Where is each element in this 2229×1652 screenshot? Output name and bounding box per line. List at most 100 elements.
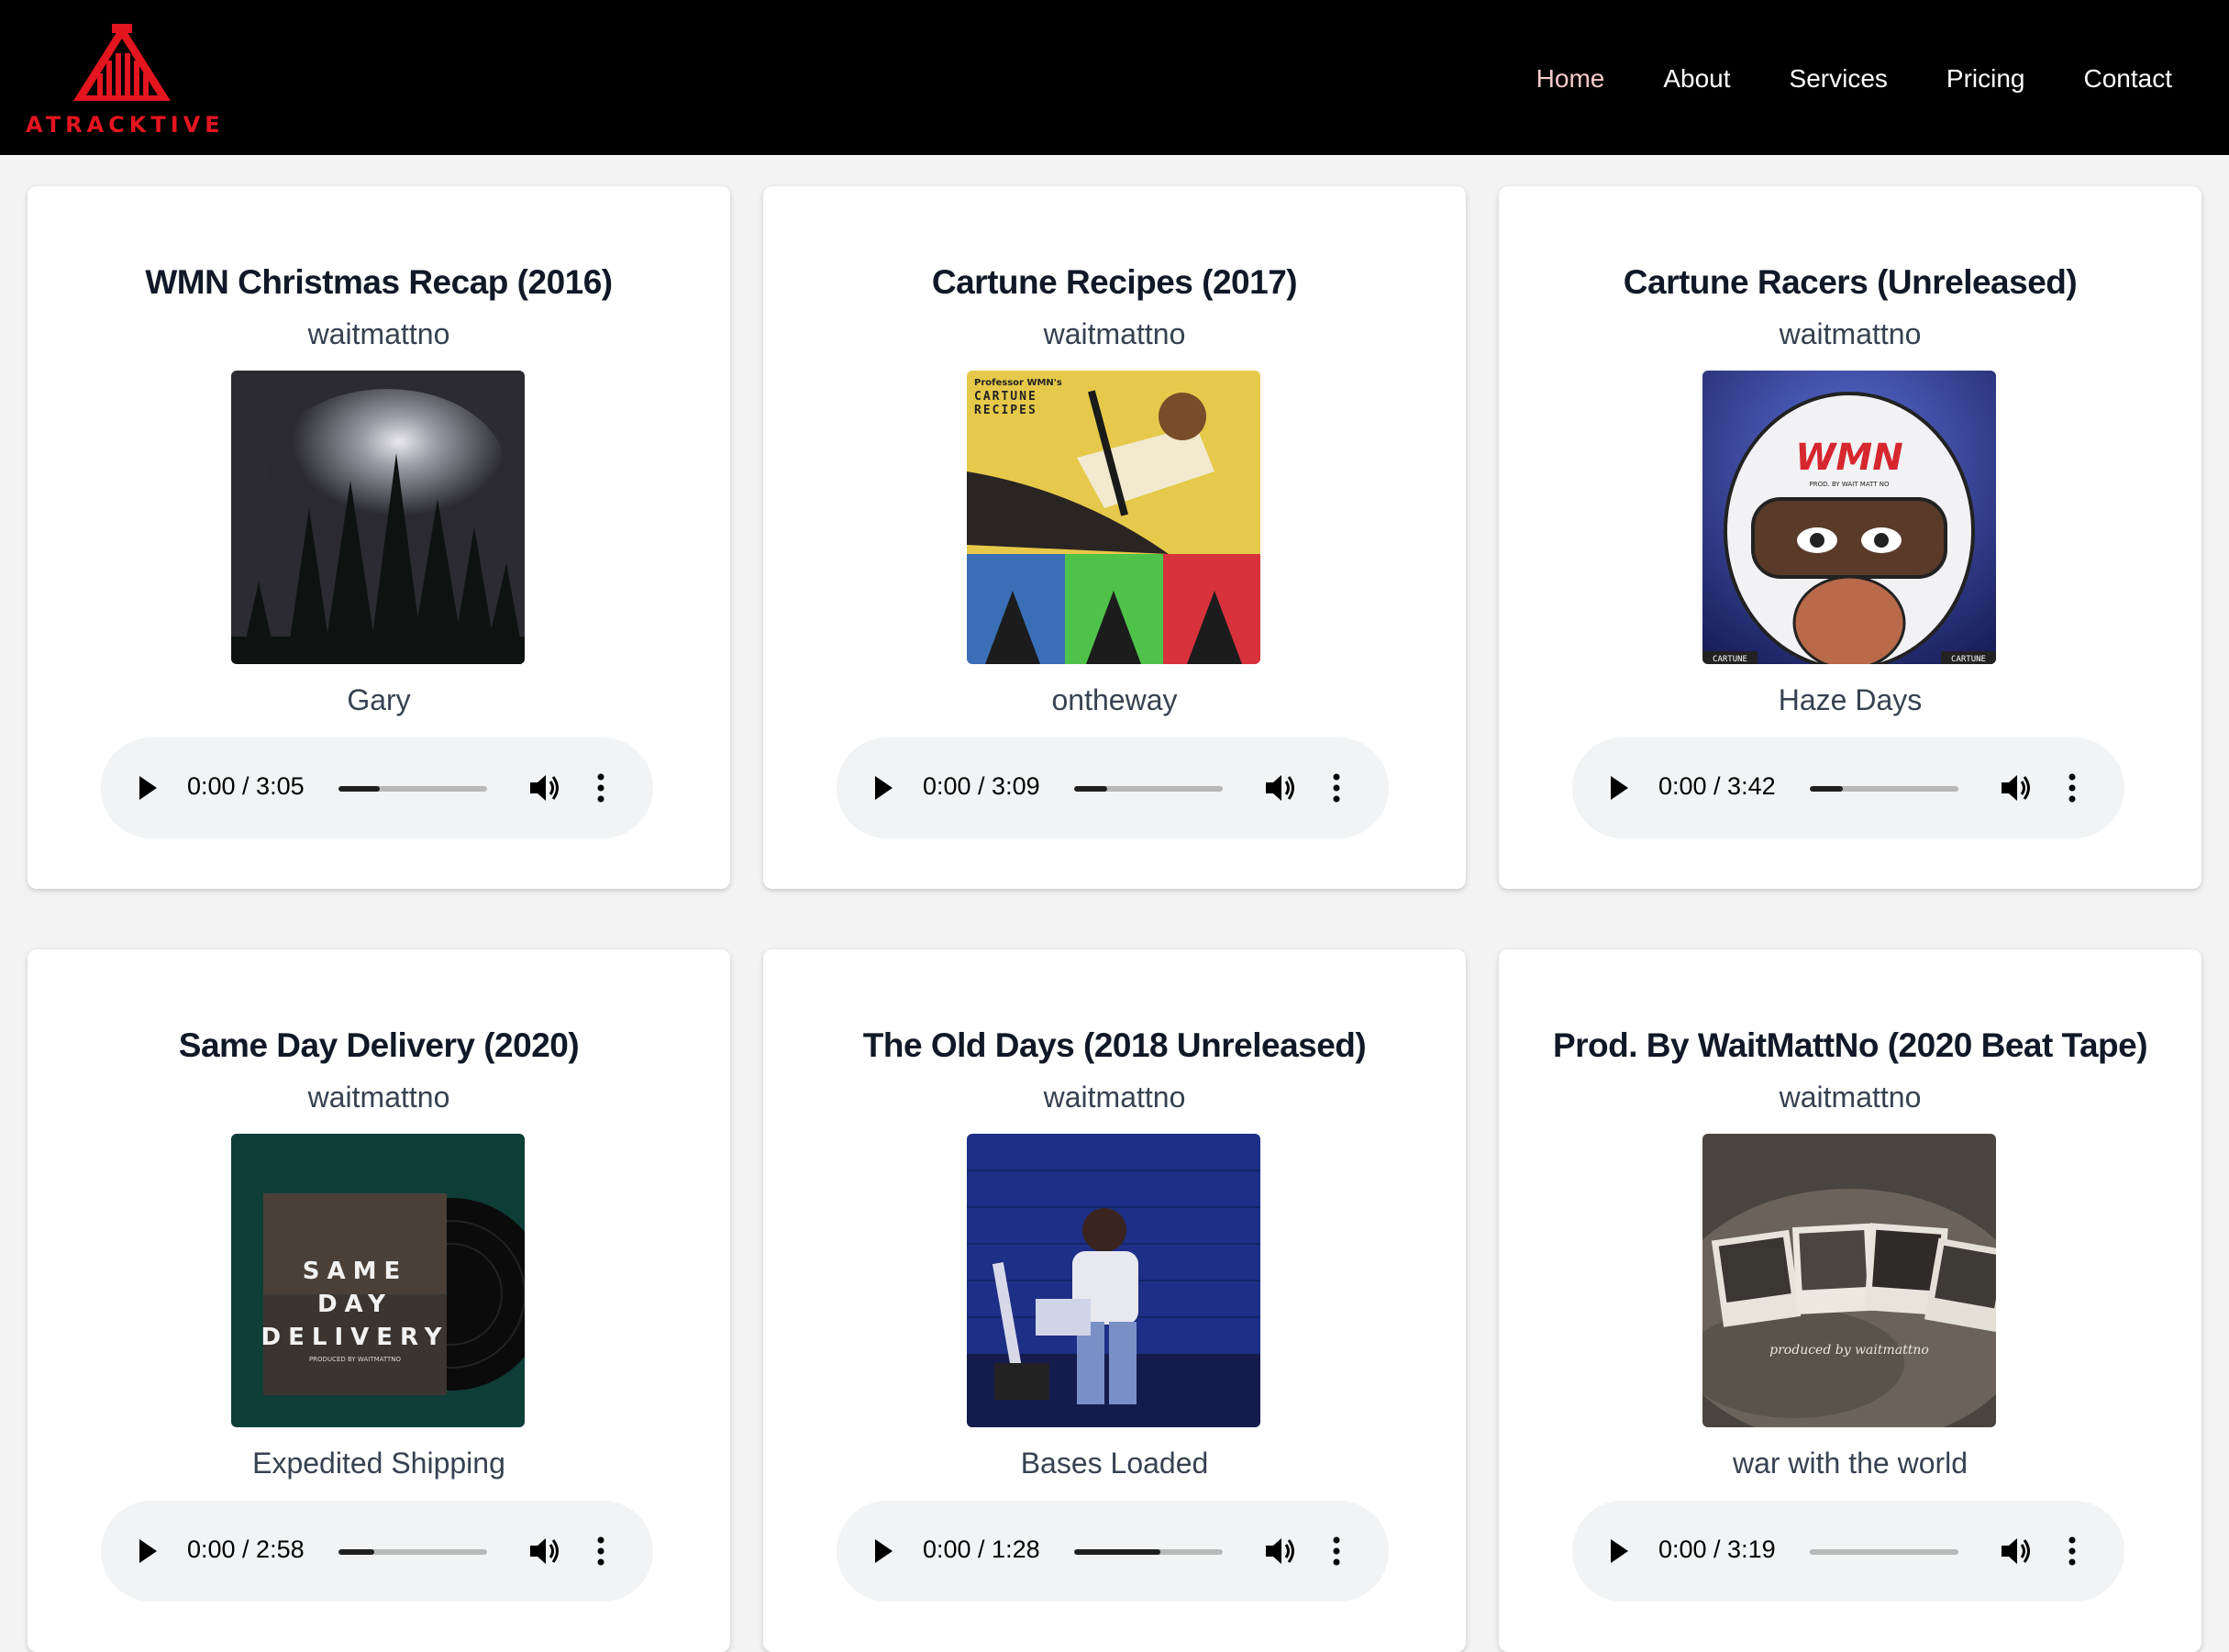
time-display: 0:00 / 1:28 [923,1536,1040,1563]
seek-progress [1074,786,1107,792]
track-card: Cartune Recipes (2017) waitmattno Profes… [763,186,1466,889]
svg-text:Professor WMN's: Professor WMN's [974,378,1062,388]
more-options-icon[interactable] [2068,1536,2077,1567]
svg-text:PRODUCED BY WAITMATTNO: PRODUCED BY WAITMATTNO [309,1356,402,1363]
seek-slider[interactable] [338,1549,487,1555]
audio-player[interactable]: 0:00 / 3:05 [101,737,653,838]
svg-text:CARTUNE: CARTUNE [974,390,1037,404]
album-cover-image: produced by waitmattno [1702,1134,1996,1427]
album-cover-image: WMN PROD. BY WAIT MATT NO CARTUNE CARTUN… [1702,371,1996,664]
track-card: WMN Christmas Recap (2016) waitmattno Ga… [28,186,730,889]
main-nav: Home About Services Pricing Contact [1507,57,2201,101]
album-title: The Old Days (2018 Unreleased) [862,1026,1367,1064]
volume-icon[interactable] [1264,1536,1297,1567]
play-icon[interactable] [875,776,893,800]
blue-studio-photo-cover [967,1134,1260,1427]
album-title: Cartune Recipes (2017) [931,263,1298,301]
svg-text:CARTUNE: CARTUNE [1951,655,1986,664]
seek-progress [338,1549,374,1555]
seek-progress [1074,1549,1160,1555]
brand-name: ATRACKTIVE [26,112,225,138]
album-cover-image: Professor WMN's CARTUNE RECIPES [967,371,1260,664]
volume-icon[interactable] [528,772,561,804]
play-icon[interactable] [1611,776,1628,800]
svg-text:SAME: SAME [303,1258,407,1285]
nav-services-link[interactable]: Services [1760,57,1917,101]
nav-pricing-link[interactable]: Pricing [1917,57,2055,101]
time-display: 0:00 / 3:42 [1658,772,1776,800]
play-icon[interactable] [875,1539,893,1563]
more-options-icon[interactable] [1332,772,1341,804]
album-title: Prod. By WaitMattNo (2020 Beat Tape) [1552,1026,2148,1064]
artist-name: waitmattno [307,317,450,350]
nav-home-link[interactable]: Home [1507,57,1635,101]
night-trees-fireworks-cover [231,371,525,664]
volume-icon[interactable] [1264,772,1297,804]
audio-player[interactable]: 0:00 / 3:42 [1572,737,2124,838]
polaroids-fur-photo-cover: produced by waitmattno [1702,1134,1996,1427]
track-name: ontheway [1051,683,1178,716]
play-icon[interactable] [139,1539,157,1563]
album-cover-image [231,371,525,664]
audio-player[interactable]: 0:00 / 1:28 [837,1501,1389,1602]
artist-name: waitmattno [307,1081,450,1114]
track-card: Prod. By WaitMattNo (2020 Beat Tape) wai… [1499,949,2201,1652]
racer-helmet-cover: WMN PROD. BY WAIT MATT NO CARTUNE CARTUN… [1702,371,1996,664]
artist-name: waitmattno [1043,317,1186,350]
same-day-delivery-cover: SAME DAY DELIVERY PRODUCED BY WAITMATTNO [231,1134,525,1427]
play-icon[interactable] [139,776,157,800]
svg-text:PROD. BY WAIT MATT NO: PROD. BY WAIT MATT NO [1810,481,1890,488]
tracks-grid: WMN Christmas Recap (2016) waitmattno Ga… [28,186,2201,1652]
track-name: Expedited Shipping [252,1447,505,1480]
svg-text:produced by waitmattno: produced by waitmattno [1769,1343,1929,1358]
svg-text:WMN: WMN [1795,437,1902,479]
seek-slider[interactable] [1810,786,1958,792]
volume-icon[interactable] [528,1536,561,1567]
album-cover-image: SAME DAY DELIVERY PRODUCED BY WAITMATTNO [231,1134,525,1427]
seek-progress [1810,786,1843,792]
play-icon[interactable] [1611,1539,1628,1563]
brand-logo[interactable]: ATRACKTIVE [26,20,225,139]
top-navigation-bar: ATRACKTIVE Home About Services Pricing C… [0,0,2229,155]
svg-text:DAY: DAY [317,1291,393,1318]
seek-slider[interactable] [1074,1549,1223,1555]
time-display: 0:00 / 3:05 [187,772,305,800]
album-title: Same Day Delivery (2020) [178,1026,580,1064]
more-options-icon[interactable] [2068,772,2077,804]
nav-about-link[interactable]: About [1634,57,1759,101]
time-display: 0:00 / 3:09 [923,772,1040,800]
track-name: Haze Days [1778,683,1923,716]
audio-player[interactable]: 0:00 / 3:09 [837,737,1389,838]
seek-slider[interactable] [1074,786,1223,792]
artist-name: waitmattno [1779,317,1922,350]
seek-progress [338,786,381,792]
more-options-icon[interactable] [1332,1536,1341,1567]
volume-icon[interactable] [2000,1536,2033,1567]
track-card: The Old Days (2018 Unreleased) waitmattn… [763,949,1466,1652]
more-options-icon[interactable] [596,1536,605,1567]
time-display: 0:00 / 3:19 [1658,1536,1776,1563]
seek-slider[interactable] [1810,1549,1958,1555]
piano-mountain-logo-icon [73,24,171,101]
audio-player[interactable]: 0:00 / 2:58 [101,1501,653,1602]
volume-icon[interactable] [2000,772,2033,804]
svg-text:CARTUNE: CARTUNE [1713,655,1747,664]
nav-contact-link[interactable]: Contact [2055,57,2202,101]
track-card: Same Day Delivery (2020) waitmattno SAME… [28,949,730,1652]
svg-text:DELIVERY: DELIVERY [261,1324,449,1351]
artist-name: waitmattno [1779,1081,1922,1114]
track-card: Cartune Racers (Unreleased) waitmattno W… [1499,186,2201,889]
track-name: war with the world [1732,1447,1968,1480]
time-display: 0:00 / 2:58 [187,1536,305,1563]
svg-text:RECIPES: RECIPES [974,404,1037,417]
cartune-recipes-cover: Professor WMN's CARTUNE RECIPES [967,371,1260,664]
more-options-icon[interactable] [596,772,605,804]
track-name: Gary [347,683,411,716]
album-cover-image [967,1134,1260,1427]
album-title: WMN Christmas Recap (2016) [145,263,613,301]
track-name: Bases Loaded [1020,1447,1209,1480]
seek-slider[interactable] [338,786,487,792]
album-title: Cartune Racers (Unreleased) [1623,263,2078,301]
artist-name: waitmattno [1043,1081,1186,1114]
audio-player[interactable]: 0:00 / 3:19 [1572,1501,2124,1602]
